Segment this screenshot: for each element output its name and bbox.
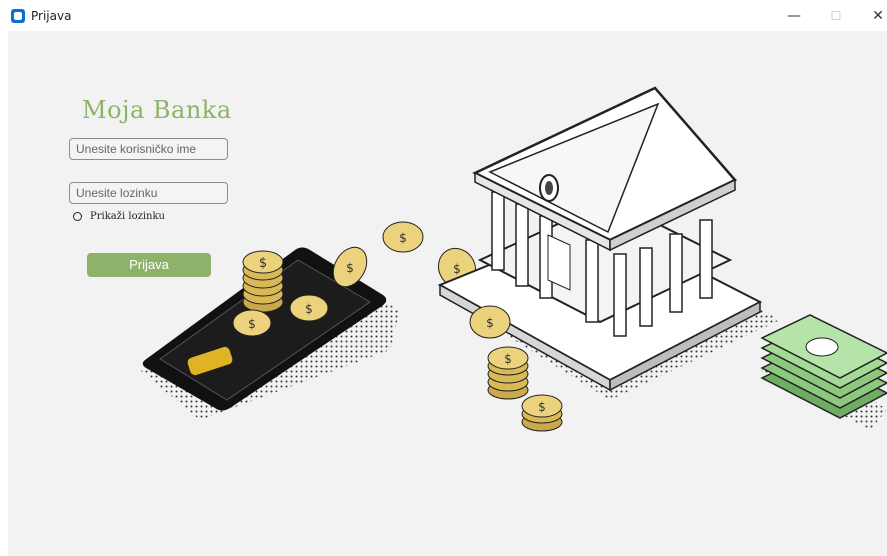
close-button[interactable]: ✕ <box>865 4 887 28</box>
title-bar: Prijava — ☐ ✕ <box>0 0 887 31</box>
svg-text:$: $ <box>504 352 512 366</box>
banknote-stack-icon <box>760 314 887 419</box>
coin-icon: $ <box>232 309 272 337</box>
svg-text:$: $ <box>453 262 461 276</box>
coin-stack-icon: $ <box>521 394 563 432</box>
svg-text:$: $ <box>346 261 354 275</box>
coin-icon: $ <box>469 305 511 339</box>
window-title: Prijava <box>31 9 72 23</box>
coin-stack-icon: $ <box>487 346 529 400</box>
svg-text:$: $ <box>399 231 407 245</box>
coin-icon: $ <box>289 294 329 322</box>
maximize-button[interactable]: ☐ <box>823 4 849 28</box>
svg-text:$: $ <box>305 302 313 316</box>
minimize-button[interactable]: — <box>781 4 807 28</box>
coin-icon: $ <box>382 221 424 253</box>
svg-text:$: $ <box>486 316 494 330</box>
app-icon <box>11 9 25 23</box>
coin-stack-icon: $ <box>242 250 284 313</box>
banking-illustration: $ $ $ $ $ $ $ $ $ <box>140 86 887 432</box>
show-password-radio[interactable] <box>73 212 82 221</box>
svg-text:$: $ <box>538 400 546 414</box>
svg-text:$: $ <box>259 256 267 271</box>
svg-text:$: $ <box>248 317 256 331</box>
